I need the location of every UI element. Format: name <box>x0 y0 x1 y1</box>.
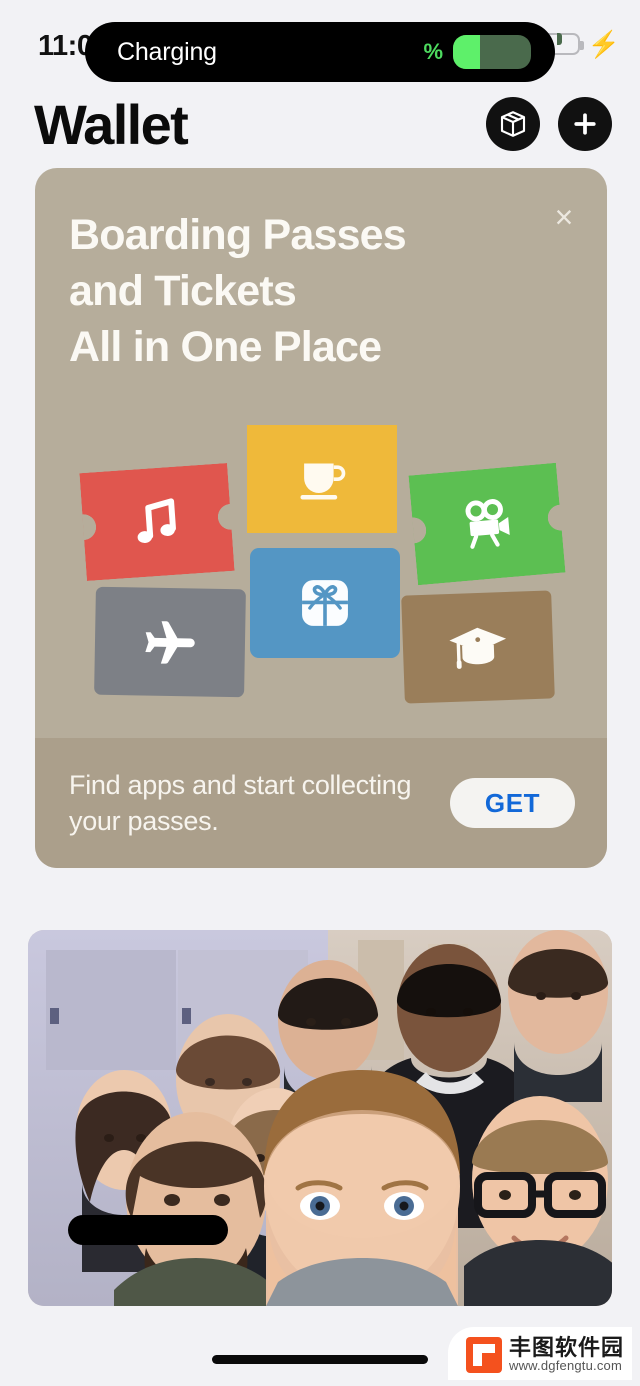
promo-headline: Boarding Passes and Tickets All in One P… <box>69 208 509 376</box>
watermark-logo-icon <box>465 1336 502 1373</box>
graduation-cap-icon <box>449 627 507 669</box>
group-photo <box>28 930 612 1306</box>
film-camera-icon <box>465 499 510 549</box>
package-icon-button[interactable] <box>486 97 540 151</box>
watermark-text: 丰图软件园 www.dgfengtu.com <box>509 1336 624 1373</box>
page-header: Wallet <box>0 82 640 166</box>
promo-footer: Find apps and start collecting your pass… <box>35 738 607 868</box>
coffee-ticket <box>247 425 397 533</box>
dynamic-island-label: Charging <box>117 37 217 66</box>
plus-icon <box>574 113 596 135</box>
music-ticket <box>79 462 235 582</box>
close-icon[interactable]: × <box>547 200 581 234</box>
charging-bolt-icon: ⚡ <box>587 28 620 59</box>
dynamic-island-battery-group: % <box>423 33 562 69</box>
page-title: Wallet <box>34 92 189 156</box>
gift-card <box>250 548 400 658</box>
promo-banner[interactable]: × Boarding Passes and Tickets All in One… <box>35 168 607 868</box>
island-battery-fill <box>453 35 480 69</box>
movie-ticket <box>408 462 566 586</box>
watermark-url: www.dgfengtu.com <box>508 1358 623 1374</box>
promo-headline-line-1: Boarding Passes <box>69 211 407 259</box>
promo-headline-line-3: All in One Place <box>69 322 382 371</box>
watermark-name: 丰图软件园 <box>508 1335 624 1361</box>
get-button[interactable]: GET <box>450 778 575 828</box>
island-battery-icon <box>453 35 531 69</box>
promo-headline-line-2: and Tickets <box>69 266 297 315</box>
redaction-bar <box>68 1215 228 1245</box>
airplane-icon <box>145 621 195 664</box>
boarding-pass <box>94 586 246 698</box>
dynamic-island-charging[interactable]: Charging % <box>85 22 562 82</box>
header-actions <box>486 97 612 151</box>
percent-symbol: % <box>423 39 443 64</box>
package-icon <box>500 111 526 137</box>
add-pass-button[interactable] <box>558 97 612 151</box>
photo-pass-card[interactable] <box>28 930 612 1306</box>
graduation-ticket <box>401 590 555 704</box>
site-watermark: 丰图软件园 www.dgfengtu.com <box>447 1327 632 1380</box>
wallet-screen: 11:0 9 ⚡ Charging % Wallet <box>0 0 640 1386</box>
gift-icon <box>302 580 348 626</box>
island-battery-tip <box>557 33 562 45</box>
music-note-icon <box>137 498 176 544</box>
ticket-collage <box>35 413 607 713</box>
promo-footer-text: Find apps and start collecting your pass… <box>69 769 412 836</box>
home-indicator[interactable] <box>212 1355 428 1364</box>
status-time: 11:0 <box>38 30 93 62</box>
coffee-cup-icon <box>300 463 346 500</box>
